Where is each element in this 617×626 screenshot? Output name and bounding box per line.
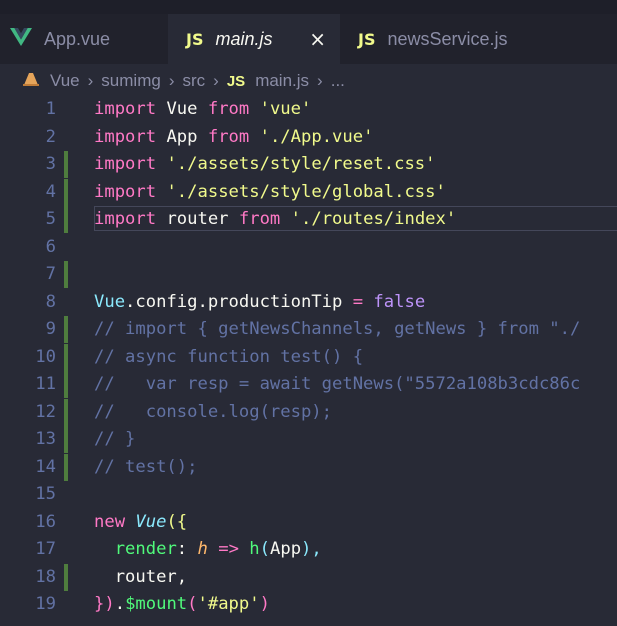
line-number: 1 — [45, 99, 56, 119]
chevron-right-icon: › — [87, 71, 94, 90]
tab-label: main.js — [215, 28, 273, 49]
line-number: 18 — [35, 566, 56, 587]
code-comment: // test(); — [94, 456, 198, 477]
line-number: 15 — [35, 484, 56, 504]
chevron-right-icon: › — [213, 71, 219, 90]
code-line: 1 import Vue from 'vue' — [0, 96, 617, 123]
code-text: new Vue({ — [94, 511, 188, 532]
code-line: 16 new Vue({ — [0, 509, 617, 536]
tab-label: newsService.js — [387, 28, 508, 49]
gutter-modified-marker — [64, 453, 68, 481]
code-line: 14 // test(); — [0, 453, 617, 481]
code-line: 6 — [0, 234, 617, 261]
breadcrumb-item-more[interactable]: ... — [331, 71, 345, 91]
code-line: 15 — [0, 481, 617, 508]
line-number: 8 — [45, 291, 56, 312]
code-line: 10 // async function test() { — [0, 343, 617, 371]
line-number: 7 — [45, 264, 56, 284]
folder-icon — [22, 71, 40, 91]
breadcrumb-item-sumimg[interactable]: sumimg — [101, 71, 161, 91]
tab-app-vue[interactable]: App.vue — [0, 14, 168, 64]
gutter-modified-marker — [64, 316, 68, 343]
editor-tab-bar: App.vue JS main.js × JS newsService.js — [0, 14, 617, 64]
line-number: 16 — [35, 511, 56, 532]
code-line: 3 import './assets/style/reset.css' — [0, 151, 617, 178]
chevron-right-icon: › — [168, 71, 175, 90]
tab-main-js[interactable]: JS main.js × — [168, 14, 340, 64]
js-icon: JS — [226, 72, 246, 90]
breadcrumb: Vue › sumimg › src › JS main.js › ... — [0, 64, 617, 98]
code-text: Vue.config.productionTip = false — [94, 291, 426, 312]
code-line: 4 import './assets/style/global.css' — [0, 178, 617, 206]
gutter-modified-marker — [64, 426, 68, 453]
breadcrumb-item-src[interactable]: src — [182, 71, 205, 91]
code-line: 12 // console.log(resp); — [0, 398, 617, 426]
code-line: 8 Vue.config.productionTip = false — [0, 289, 617, 316]
gutter-modified-marker — [64, 563, 68, 591]
line-number: 12 — [35, 401, 56, 422]
line-number: 11 — [35, 374, 56, 394]
code-text: render: h => h(App), — [114, 539, 322, 559]
gutter-modified-marker — [64, 206, 68, 233]
code-line: 13 // } — [0, 426, 617, 453]
line-number: 9 — [45, 319, 56, 339]
code-comment: // async function test() { — [94, 346, 364, 367]
code-text: router, — [94, 566, 188, 587]
line-number: 6 — [45, 236, 56, 257]
vue-icon — [10, 28, 32, 50]
line-number: 17 — [35, 539, 56, 559]
code-line: 9 // import { getNewsChannels, getNews }… — [0, 316, 617, 343]
js-icon: JS — [358, 29, 376, 49]
breadcrumb-item-vue[interactable]: Vue — [50, 71, 80, 91]
tab-label: App.vue — [44, 28, 111, 49]
close-icon[interactable]: × — [309, 27, 326, 51]
line-number: 13 — [35, 429, 56, 449]
code-line-active: 5 import router from './routes/index' — [0, 206, 617, 233]
line-number: 4 — [45, 181, 56, 202]
code-line: 11 // var resp = await getNews("5572a108… — [0, 371, 617, 398]
code-line: 17 render: h => h(App), — [0, 536, 617, 563]
code-text: import './assets/style/global.css' — [94, 181, 446, 202]
line-number: 2 — [45, 126, 56, 147]
code-text: import App from './App.vue' — [94, 126, 374, 147]
line-number: 10 — [35, 346, 56, 367]
js-icon: JS — [186, 29, 204, 49]
code-comment: // console.log(resp); — [94, 401, 332, 422]
code-comment: // var resp = await getNews("5572a108b3c… — [94, 374, 581, 394]
chevron-right-icon: › — [317, 71, 323, 90]
line-number: 14 — [35, 456, 56, 477]
code-text: import './assets/style/reset.css' — [94, 154, 436, 174]
breadcrumb-item-main-js[interactable]: main.js — [255, 71, 309, 91]
code-comment: // import { getNewsChannels, getNews } f… — [94, 319, 581, 339]
gutter-modified-marker — [64, 261, 68, 288]
code-text: }).$mount('#app') — [94, 594, 270, 614]
gutter-modified-marker — [64, 371, 68, 398]
tab-newsservice-js[interactable]: JS newsService.js — [340, 14, 546, 64]
line-number: 19 — [35, 594, 56, 614]
code-line: 18 router, — [0, 563, 617, 591]
code-line: 2 import App from './App.vue' — [0, 124, 617, 151]
code-line: 7 — [0, 261, 617, 288]
line-number: 3 — [45, 154, 56, 174]
gutter-modified-marker — [64, 398, 68, 426]
code-comment: // } — [94, 429, 136, 449]
gutter-modified-marker — [64, 343, 68, 371]
code-line: 19 }).$mount('#app') — [0, 591, 617, 618]
code-text: import Vue from 'vue' — [94, 99, 312, 119]
gutter-modified-marker — [64, 151, 68, 178]
line-number: 5 — [45, 209, 56, 229]
window-title-strip — [0, 0, 617, 14]
gutter-modified-marker — [64, 178, 68, 206]
code-text: import router from './routes/index' — [94, 209, 457, 229]
